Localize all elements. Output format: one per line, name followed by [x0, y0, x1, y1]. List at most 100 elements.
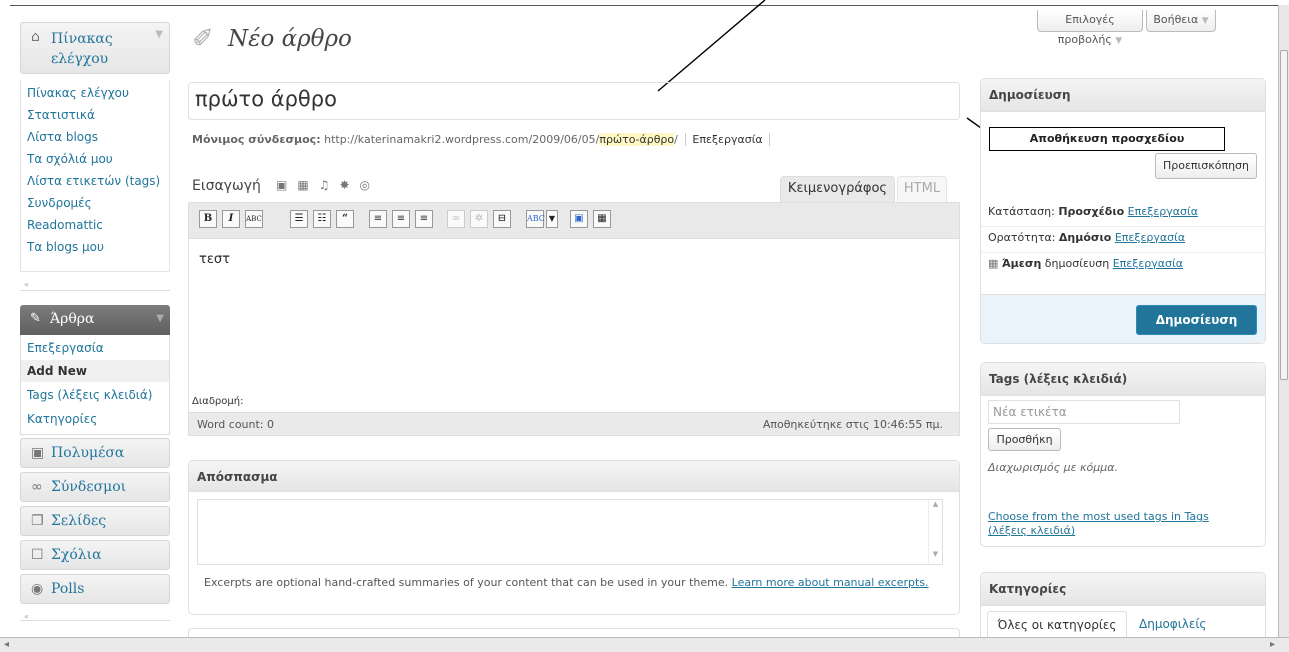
- schedule-edit-link[interactable]: Επεξεργασία: [1113, 257, 1183, 270]
- visibility-edit-link[interactable]: Επεξεργασία: [1115, 231, 1185, 244]
- media-icon: ▣: [31, 445, 45, 461]
- poll-icon[interactable]: ◎: [360, 178, 380, 192]
- categories-box-title: Κατηγορίες: [989, 582, 1067, 596]
- submenu-my-comments[interactable]: Τα σχόλιά μου: [27, 152, 113, 166]
- tab-popular-categories[interactable]: Δημοφιλείς: [1139, 617, 1206, 631]
- submenu-readomattic[interactable]: Readomattic: [27, 218, 103, 232]
- menu-pages[interactable]: ❐ Σελίδες: [20, 506, 170, 536]
- autosave-status: Αποθηκεύτηκε στις 10:46:55 πμ.: [762, 418, 943, 431]
- status-edit-link[interactable]: Επεξεργασία: [1128, 205, 1198, 218]
- editor-content[interactable]: τεστ: [199, 252, 230, 267]
- menu-media[interactable]: ▣ Πολυμέσα: [20, 438, 170, 468]
- save-draft-button[interactable]: Αποθήκευση προσχεδίου: [989, 127, 1225, 151]
- submenu-dashboard[interactable]: Πίνακας ελέγχου: [27, 86, 129, 100]
- tab-html[interactable]: HTML: [897, 176, 947, 202]
- excerpt-title: Απόσπασμα: [197, 470, 278, 484]
- video-icon[interactable]: ▦: [297, 178, 318, 192]
- horizontal-scrollbar[interactable]: ◂ ▸: [0, 637, 1289, 652]
- add-tag-button[interactable]: Προσθήκη: [988, 428, 1061, 451]
- submenu-stats[interactable]: Στατιστικά: [27, 108, 95, 122]
- media-buttons: ▣▦♫✸◎: [276, 178, 380, 192]
- new-tag-input[interactable]: Νέα ετικέτα: [988, 400, 1180, 424]
- excerpt-scrollbar[interactable]: ▲ ▼: [928, 500, 942, 564]
- status-row: Κατάσταση: Προσχέδιο Επεξεργασία: [988, 205, 1198, 218]
- schedule-row: ▦ Άμεση δημοσίευση Επεξεργασία: [988, 257, 1183, 270]
- align-right-icon[interactable]: ≡: [415, 210, 433, 228]
- most-used-tags-link[interactable]: Choose from the most used tags in Tags (…: [988, 510, 1248, 538]
- publish-button[interactable]: Δημοσίευση: [1136, 305, 1257, 335]
- editor-path: Διαδρομή:: [192, 396, 244, 407]
- pages-icon: ❐: [31, 513, 44, 529]
- learn-more-link[interactable]: Learn more about manual excerpts.: [732, 576, 929, 589]
- tab-visual[interactable]: Κειμενογράφος: [780, 176, 895, 202]
- help-button[interactable]: Βοήθεια ▼: [1146, 10, 1216, 32]
- submenu-tags-list[interactable]: Λίστα ετικετών (tags): [27, 174, 160, 188]
- arrow-line-top: [657, 0, 766, 92]
- comment-icon: ☐: [31, 547, 44, 563]
- star-icon[interactable]: ✸: [339, 178, 359, 192]
- publish-box-title: Δημοσίευση: [989, 88, 1071, 102]
- calendar-icon: ▦: [988, 257, 999, 270]
- pin-icon: ✎: [30, 311, 41, 326]
- submenu-blogs-list[interactable]: Λίστα blogs: [27, 130, 98, 144]
- tab-all-categories[interactable]: Όλες οι κατηγορίες: [987, 611, 1127, 639]
- strikethrough-icon[interactable]: ABC: [245, 210, 263, 228]
- fullscreen-icon[interactable]: ▣: [570, 210, 588, 228]
- editor-status-bar: Word count: 0 Αποθηκεύτηκε στις 10:46:55…: [189, 412, 959, 435]
- submenu-my-blogs[interactable]: Τα blogs μου: [27, 240, 104, 254]
- spellcheck-icon[interactable]: ABC: [526, 210, 545, 228]
- screen-options-button[interactable]: Επιλογές προβολής ▼: [1037, 10, 1143, 46]
- divider: [981, 226, 1265, 227]
- scroll-left-icon[interactable]: ◂: [4, 639, 9, 650]
- image-icon[interactable]: ▣: [276, 178, 297, 192]
- chevron-down-icon[interactable]: ▼: [156, 313, 164, 324]
- bullet-list-icon[interactable]: ☰: [290, 210, 308, 228]
- word-count: Word count: 0: [197, 418, 275, 431]
- menu-links[interactable]: ∞ Σύνδεσμοι: [20, 472, 170, 502]
- menu-separator: [20, 290, 170, 291]
- vertical-scrollbar[interactable]: [1278, 5, 1289, 637]
- excerpt-help: Excerpts are optional hand-crafted summa…: [204, 576, 929, 589]
- align-left-icon[interactable]: ≡: [369, 210, 387, 228]
- post-title-input[interactable]: πρώτο άρθρο: [188, 82, 960, 120]
- menu-polls[interactable]: ◉ Polls: [20, 574, 170, 604]
- tags-hint: Διαχωρισμός με κόμμα.: [988, 461, 1118, 474]
- audio-icon[interactable]: ♫: [319, 178, 340, 192]
- tags-box-title: Tags (λέξεις κλειδιά): [989, 372, 1128, 386]
- home-icon: ⌂: [31, 29, 40, 45]
- blockquote-icon[interactable]: “: [336, 210, 354, 228]
- permalink-edit-button[interactable]: Επεξεργασία: [685, 133, 769, 146]
- bold-icon[interactable]: B: [199, 210, 217, 228]
- kitchen-sink-icon[interactable]: ▦: [593, 210, 611, 228]
- menu-dashboard[interactable]: ⌂ Πίνακας ελέγχου ▼: [20, 22, 170, 74]
- scrollbar-thumb[interactable]: [1280, 50, 1288, 380]
- align-center-icon[interactable]: ≡: [392, 210, 410, 228]
- italic-icon[interactable]: I: [222, 210, 240, 228]
- chevron-down-icon[interactable]: ▼: [546, 210, 558, 228]
- submenu-add-new[interactable]: Add New: [27, 364, 87, 378]
- submenu-tags[interactable]: Tags (λέξεις κλειδιά): [27, 388, 152, 402]
- collapse-icon[interactable]: «: [24, 280, 29, 289]
- menu-comments[interactable]: ☐ Σχόλια: [20, 540, 170, 570]
- menu-posts[interactable]: ✎ Άρθρα ▼: [20, 305, 170, 335]
- permalink-row: Μόνιμος σύνδεσμος: http://katerinamakri2…: [192, 133, 770, 146]
- pushpin-icon: ✐: [192, 24, 214, 54]
- scroll-right-icon[interactable]: ▸: [1270, 639, 1275, 650]
- more-tag-icon[interactable]: ⊟: [493, 210, 511, 228]
- submenu-subscriptions[interactable]: Συνδρομές: [27, 196, 92, 210]
- visibility-row: Ορατότητα: Δημόσιο Επεξεργασία: [988, 231, 1186, 244]
- collapse-icon[interactable]: «: [24, 612, 29, 621]
- submenu-edit[interactable]: Επεξεργασία: [27, 341, 104, 355]
- permalink-slug[interactable]: πρώτο-άρθρο: [599, 133, 675, 146]
- numbered-list-icon[interactable]: ☷: [313, 210, 331, 228]
- page-title: Νέο άρθρο: [228, 26, 352, 52]
- link-icon[interactable]: ∞: [447, 210, 465, 228]
- insert-label: Εισαγωγή: [192, 178, 261, 194]
- excerpt-textarea[interactable]: ▲ ▼: [197, 499, 943, 565]
- chevron-down-icon[interactable]: ▼: [155, 29, 163, 40]
- preview-button[interactable]: Προεπισκόπηση: [1155, 153, 1257, 179]
- submenu-categories[interactable]: Κατηγορίες: [27, 412, 97, 426]
- unlink-icon[interactable]: ✲: [470, 210, 488, 228]
- menu-separator: [20, 620, 170, 621]
- polls-icon: ◉: [31, 581, 44, 597]
